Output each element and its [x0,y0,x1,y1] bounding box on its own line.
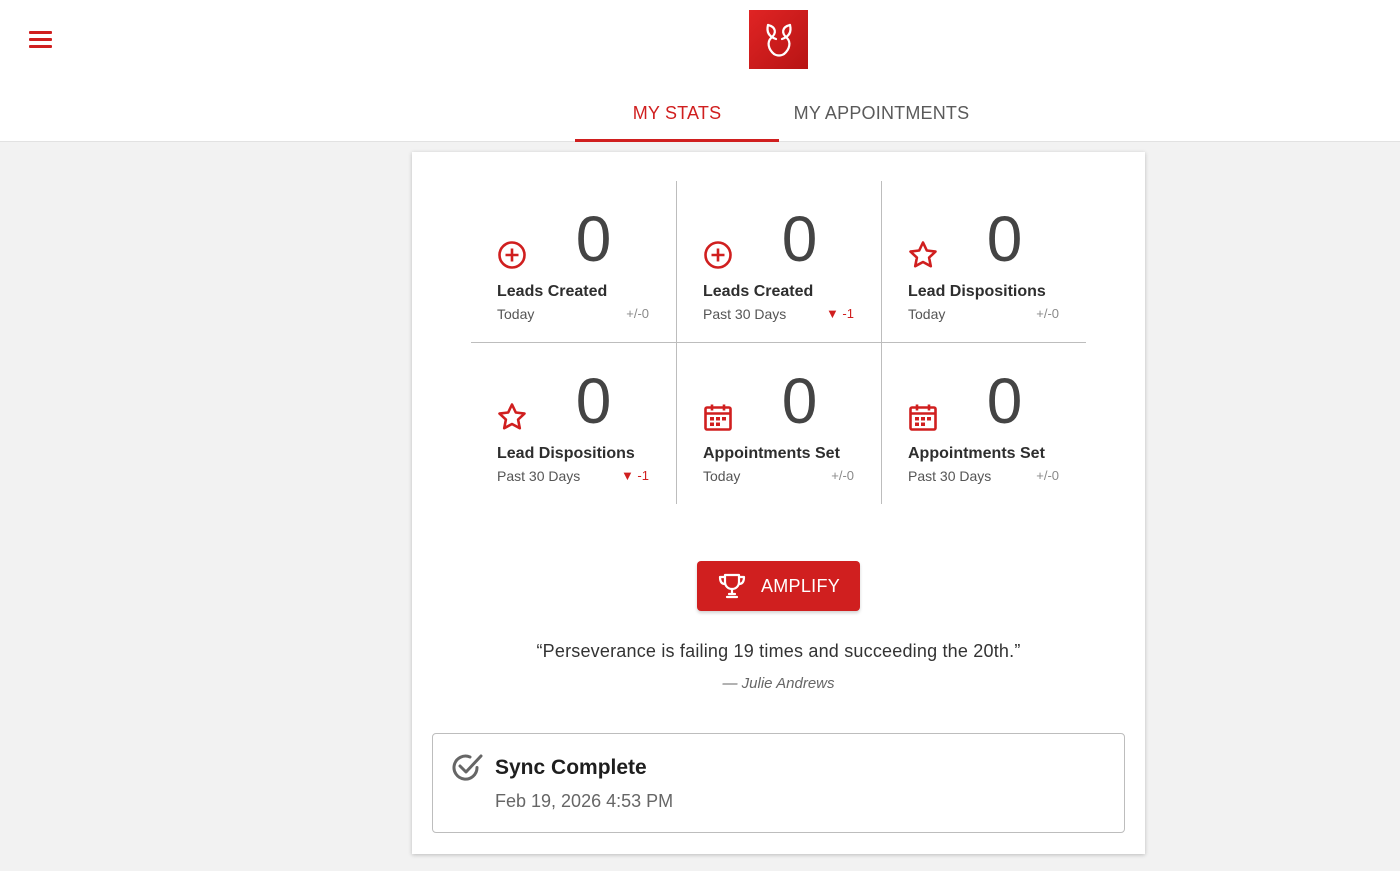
stat-period: Today [908,306,946,322]
stat-period: Today [497,306,535,322]
stat-title: Appointments Set [908,445,1045,462]
trophy-icon [718,573,746,599]
amplify-button[interactable]: AMPLIFY [697,561,860,611]
tab-my-stats[interactable]: MY STATS [575,88,779,142]
stat-lead-dispositions-today: 0 Lead Dispositions Today +/-0 [881,181,1086,342]
sync-title: Sync Complete [495,756,647,779]
stat-title: Lead Dispositions [908,283,1046,300]
stat-delta: ▼ -1 [620,468,649,483]
stat-title: Leads Created [497,283,608,300]
stat-leads-created-30-days: 0 Leads Created Past 30 Days ▼ -1 [676,181,881,342]
stat-delta: +/-0 [626,306,649,321]
hamburger-menu-icon[interactable] [26,26,56,52]
stat-title: Leads Created [703,283,814,300]
tab-my-appointments[interactable]: MY APPOINTMENTS [779,88,984,142]
tab-bar: MY STATS MY APPOINTMENTS [575,88,984,142]
stat-title: Appointments Set [703,445,840,462]
sync-status-box: Sync Complete Feb 19, 2026 4:53 PM [432,733,1125,833]
stat-delta: +/-0 [831,468,854,483]
quote-author: — Julie Andrews [722,675,835,692]
stat-value: 0 [986,203,1023,275]
stat-value: 0 [781,203,818,275]
stats-card: 0 Leads Created Today +/-0 0 Leads Creat… [412,152,1145,854]
plus-circle-icon [498,241,526,269]
calendar-icon [909,404,937,431]
top-bar: MY STATS MY APPOINTMENTS [0,0,1400,142]
calendar-icon [704,404,732,431]
stat-value: 0 [575,203,612,275]
stat-period: Today [703,468,741,484]
plus-circle-icon [704,241,732,269]
check-circle-icon [452,754,483,781]
stats-grid: 0 Leads Created Today +/-0 0 Leads Creat… [471,181,1086,504]
sync-timestamp: Feb 19, 2026 4:53 PM [495,791,674,811]
brand-logo-icon [749,10,808,69]
stat-lead-dispositions-30-days: 0 Lead Dispositions Past 30 Days ▼ -1 [471,343,676,504]
stat-period: Past 30 Days [703,306,787,322]
stat-title: Lead Dispositions [497,445,635,462]
stat-delta: +/-0 [1036,468,1059,483]
quote-text: “Perseverance is failing 19 times and su… [536,641,1021,661]
stat-delta: ▼ -1 [825,306,854,321]
stat-value: 0 [575,365,612,437]
stat-leads-created-today: 0 Leads Created Today +/-0 [471,181,676,342]
star-icon [909,241,937,268]
amplify-label: AMPLIFY [760,575,841,596]
stat-delta: +/-0 [1036,306,1059,321]
stat-period: Past 30 Days [908,468,992,484]
stat-value: 0 [781,365,818,437]
stat-appointments-set-30-days: 0 Appointments Set Past 30 Days +/-0 [881,343,1086,504]
stat-period: Past 30 Days [497,468,581,484]
stat-value: 0 [986,365,1023,437]
star-icon [498,403,526,430]
stat-appointments-set-today: 0 Appointments Set Today +/-0 [676,343,881,504]
